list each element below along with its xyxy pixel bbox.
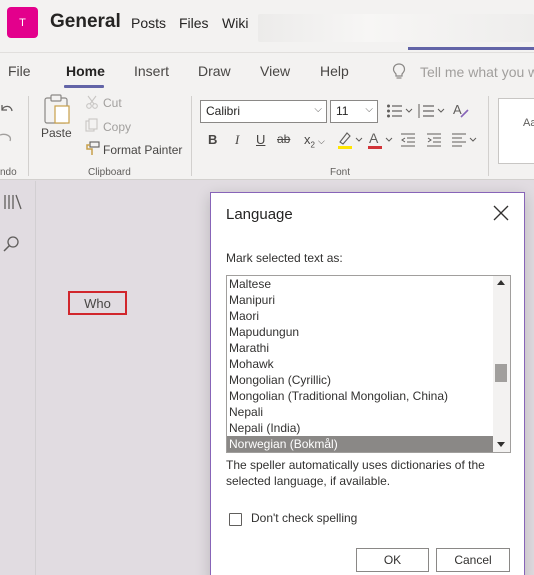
speller-note: The speller automatically uses dictionar…	[226, 458, 485, 488]
subscript-digit: 2	[310, 140, 315, 150]
ribbon-tab-help[interactable]: Help	[320, 63, 349, 79]
ribbon-separator	[488, 96, 489, 176]
redacted-region	[258, 14, 534, 42]
list-item[interactable]: Mohawk	[227, 356, 493, 372]
ribbon-tab-draw[interactable]: Draw	[198, 63, 231, 79]
paste-icon[interactable]	[42, 93, 72, 125]
scroll-down-arrow-icon[interactable]	[497, 442, 505, 447]
format-painter-icon	[86, 141, 100, 155]
chevron-down-icon: ⌵	[317, 136, 325, 146]
close-icon[interactable]	[492, 204, 510, 222]
list-item-selected[interactable]: Norwegian (Bokmål)	[227, 436, 493, 452]
ribbon-body: ndo Paste Cut Copy Format Painter Clipbo…	[0, 88, 534, 180]
note-text: Who	[84, 295, 111, 311]
list-item[interactable]: Marathi	[227, 340, 493, 356]
list-item[interactable]: Manipuri	[227, 292, 493, 308]
styles-preview: Aa	[523, 117, 534, 129]
dont-check-spelling-label[interactable]: Don't check spelling	[251, 511, 357, 525]
scrollbar-thumb[interactable]	[495, 364, 507, 382]
tab-wiki[interactable]: Wiki	[222, 15, 248, 31]
teams-header: T General Posts Files Wiki	[0, 0, 534, 52]
underline-button[interactable]: U	[256, 132, 265, 147]
copy-button[interactable]: Copy	[103, 120, 131, 134]
language-list: Maltese Manipuri Maori Mapudungun Marath…	[227, 276, 493, 452]
ribbon-separator	[28, 96, 29, 176]
notebook-rail	[0, 181, 36, 575]
listbox-scrollbar[interactable]	[493, 276, 510, 452]
ribbon-separator	[191, 96, 192, 176]
tell-me-search[interactable]: Tell me what you w	[420, 64, 534, 80]
increase-indent-icon[interactable]	[426, 133, 442, 147]
dialog-instruction: Mark selected text as:	[226, 251, 343, 265]
list-item[interactable]: Mongolian (Cyrillic)	[227, 372, 493, 388]
channel-title: General	[50, 11, 121, 32]
list-item[interactable]: Nepali (India)	[227, 420, 493, 436]
scissors-icon	[86, 95, 98, 109]
ribbon-tab-insert[interactable]: Insert	[134, 63, 169, 79]
tab-posts[interactable]: Posts	[131, 15, 166, 31]
bold-button[interactable]: B	[208, 132, 217, 147]
note-outline[interactable]: Who	[68, 291, 127, 315]
clipboard-group-label: Clipboard	[88, 167, 131, 178]
notebooks-icon[interactable]	[3, 193, 23, 211]
language-listbox[interactable]: Maltese Manipuri Maori Mapudungun Marath…	[226, 275, 511, 453]
paste-button[interactable]: Paste	[41, 126, 72, 140]
chevron-down-icon: ⌵	[365, 104, 373, 115]
strikethrough-button[interactable]: ab	[277, 132, 290, 146]
ribbon-tab-home[interactable]: Home	[66, 63, 105, 79]
font-name-dropdown[interactable]: Calibri ⌵	[200, 100, 327, 123]
lightbulb-icon	[392, 63, 406, 79]
cancel-button[interactable]: Cancel	[436, 548, 510, 572]
highlighter-icon[interactable]	[336, 130, 364, 150]
redo-icon[interactable]	[0, 130, 14, 148]
undo-group-label: ndo	[0, 167, 17, 178]
svg-text:A: A	[369, 130, 379, 146]
list-item[interactable]: Maori	[227, 308, 493, 324]
ribbon-tab-view[interactable]: View	[260, 63, 290, 79]
font-name-value: Calibri	[206, 104, 241, 118]
active-tab-indicator	[408, 47, 534, 50]
dont-check-spelling-checkbox[interactable]	[229, 513, 242, 526]
font-group-label: Font	[330, 167, 351, 178]
copy-icon	[85, 118, 98, 132]
styles-gallery[interactable]: Aa	[498, 98, 534, 164]
svg-text:A: A	[453, 102, 462, 117]
align-icon[interactable]	[451, 133, 477, 147]
font-color-icon[interactable]: A	[366, 130, 394, 150]
list-item[interactable]: Nepali	[227, 404, 493, 420]
decrease-indent-icon[interactable]	[400, 133, 416, 147]
clear-formatting-icon[interactable]: A	[452, 101, 470, 119]
font-size-value: 11	[336, 104, 349, 118]
dialog-title: Language	[226, 206, 293, 223]
undo-icon[interactable]	[0, 102, 14, 120]
list-item[interactable]: Maltese	[227, 276, 493, 292]
language-dialog: Language Mark selected text as: Maltese …	[210, 192, 525, 575]
search-icon[interactable]	[2, 235, 22, 255]
ribbon-tab-file[interactable]: File	[8, 63, 31, 79]
chevron-down-icon: ⌵	[314, 104, 322, 115]
bullets-icon[interactable]	[386, 103, 414, 119]
font-size-dropdown[interactable]: 11 ⌵	[330, 100, 378, 123]
tab-files[interactable]: Files	[179, 15, 209, 31]
ok-button[interactable]: OK	[356, 548, 429, 572]
format-painter-button[interactable]: Format Painter	[103, 143, 182, 157]
numbering-icon[interactable]	[418, 103, 446, 119]
ribbon-tab-row: File Home Insert Draw View Help Tell me …	[0, 52, 534, 88]
list-item[interactable]: Mapudungun	[227, 324, 493, 340]
list-item[interactable]: Mongolian (Traditional Mongolian, China)	[227, 388, 493, 404]
cut-button[interactable]: Cut	[103, 96, 122, 110]
scroll-up-arrow-icon[interactable]	[497, 280, 505, 285]
team-avatar[interactable]: T	[7, 7, 38, 38]
italic-button[interactable]: I	[235, 132, 239, 148]
subscript-button[interactable]: x2 ⌵	[304, 132, 325, 150]
